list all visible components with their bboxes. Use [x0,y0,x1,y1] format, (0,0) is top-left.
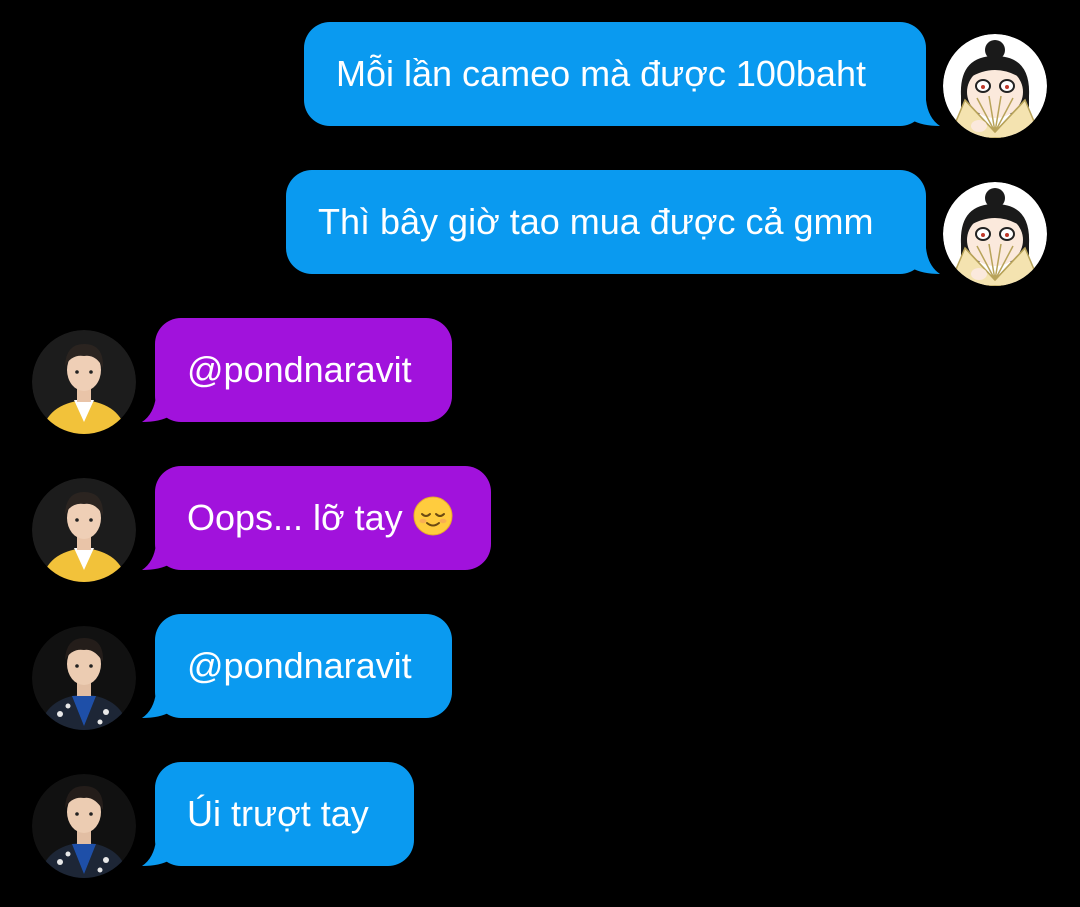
message-row: Oops... lỡ tay [0,466,1080,582]
fan-girl-avatar[interactable] [943,34,1047,138]
message-text: Oops... lỡ tay [187,497,403,538]
message-bubble[interactable]: Mỗi lần cameo mà được 100baht [304,22,926,126]
yellow-jacket-person-avatar[interactable] [32,478,136,582]
fan-girl-avatar[interactable] [943,182,1047,286]
message-bubble[interactable]: Úi trượt tay [155,762,414,866]
bubble-tail [912,248,940,274]
dark-jacket-person-avatar[interactable] [32,626,136,730]
message-row: @pondnaravit [0,318,1080,434]
message-bubble[interactable]: @pondnaravit [155,318,452,422]
message-text: Mỗi lần cameo mà được 100baht [336,53,866,94]
message-bubble[interactable]: @pondnaravit [155,614,452,718]
message-row: Thì bây giờ tao mua được cả gmm [0,170,1080,286]
yellow-jacket-person-avatar[interactable] [32,330,136,434]
mention-text[interactable]: @pondnaravit [187,349,412,391]
message-text: Thì bây giờ tao mua được cả gmm [318,201,874,242]
message-row: Mỗi lần cameo mà được 100baht [0,22,1080,138]
message-bubble[interactable]: Oops... lỡ tay [155,466,491,570]
message-bubble[interactable]: Thì bây giờ tao mua được cả gmm [286,170,926,274]
message-row: Úi trượt tay [0,762,1080,878]
mention-text[interactable]: @pondnaravit [187,645,412,687]
message-text: Úi trượt tay [187,793,369,834]
message-row: @pondnaravit [0,614,1080,730]
dark-jacket-person-avatar[interactable] [32,774,136,878]
bubble-tail [912,100,940,126]
relieved-face-icon [413,496,453,536]
